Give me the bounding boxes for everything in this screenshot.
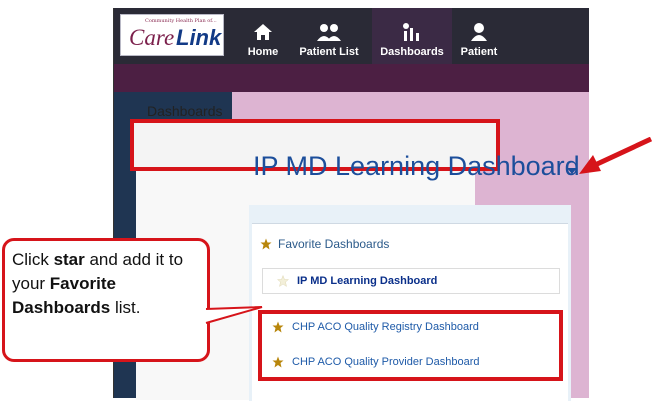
callout-pointer <box>205 306 263 324</box>
nav-home-label: Home <box>247 46 279 58</box>
page-title: Dashboards <box>147 103 223 119</box>
patients-icon <box>317 24 341 41</box>
nav-dashboards-label: Dashboards <box>380 46 444 58</box>
dashboard-item-ip-md-learning[interactable]: IP MD Learning Dashboard <box>262 268 560 294</box>
pointer-arrow-icon <box>579 137 652 174</box>
patient-icon <box>471 23 487 41</box>
favorites-header-label: Favorite Dashboards <box>278 237 390 251</box>
instruction-text: Click star and add it to your Favorite D… <box>12 248 208 320</box>
logo-care: Care <box>129 25 175 50</box>
favorites-highlight <box>258 310 563 381</box>
header-strip <box>114 64 589 92</box>
star-outline-icon[interactable] <box>277 275 289 287</box>
nav-dashboards[interactable]: Dashboards <box>372 8 452 64</box>
nav-patient-label: Patient <box>460 46 498 58</box>
carelink-logo[interactable]: Community Health Plan of... Care Link <box>120 14 224 56</box>
home-icon <box>254 24 272 40</box>
nav-patient-list[interactable]: Patient List <box>290 8 368 64</box>
nav-patient-list-label: Patient List <box>299 46 359 58</box>
nav-home[interactable]: Home <box>242 8 284 64</box>
logo-link: Link <box>176 25 222 50</box>
nav-patient[interactable]: Patient <box>454 8 504 64</box>
dashboard-item-label: IP MD Learning Dashboard <box>297 275 438 287</box>
star-icon <box>260 238 272 250</box>
favorites-header: Favorite Dashboards <box>260 237 389 251</box>
logo-tagline: Community Health Plan of... <box>145 18 217 24</box>
dashboard-title-dropdown[interactable]: IP MD Learning Dashboard <box>253 153 580 180</box>
dashboards-icon <box>403 23 419 41</box>
top-nav-bar: Community Health Plan of... Care Link Ho… <box>114 8 589 64</box>
callout-bold-star: star <box>53 250 85 269</box>
callout-text-3: list. <box>110 298 141 317</box>
callout-text-1: Click <box>12 250 54 269</box>
